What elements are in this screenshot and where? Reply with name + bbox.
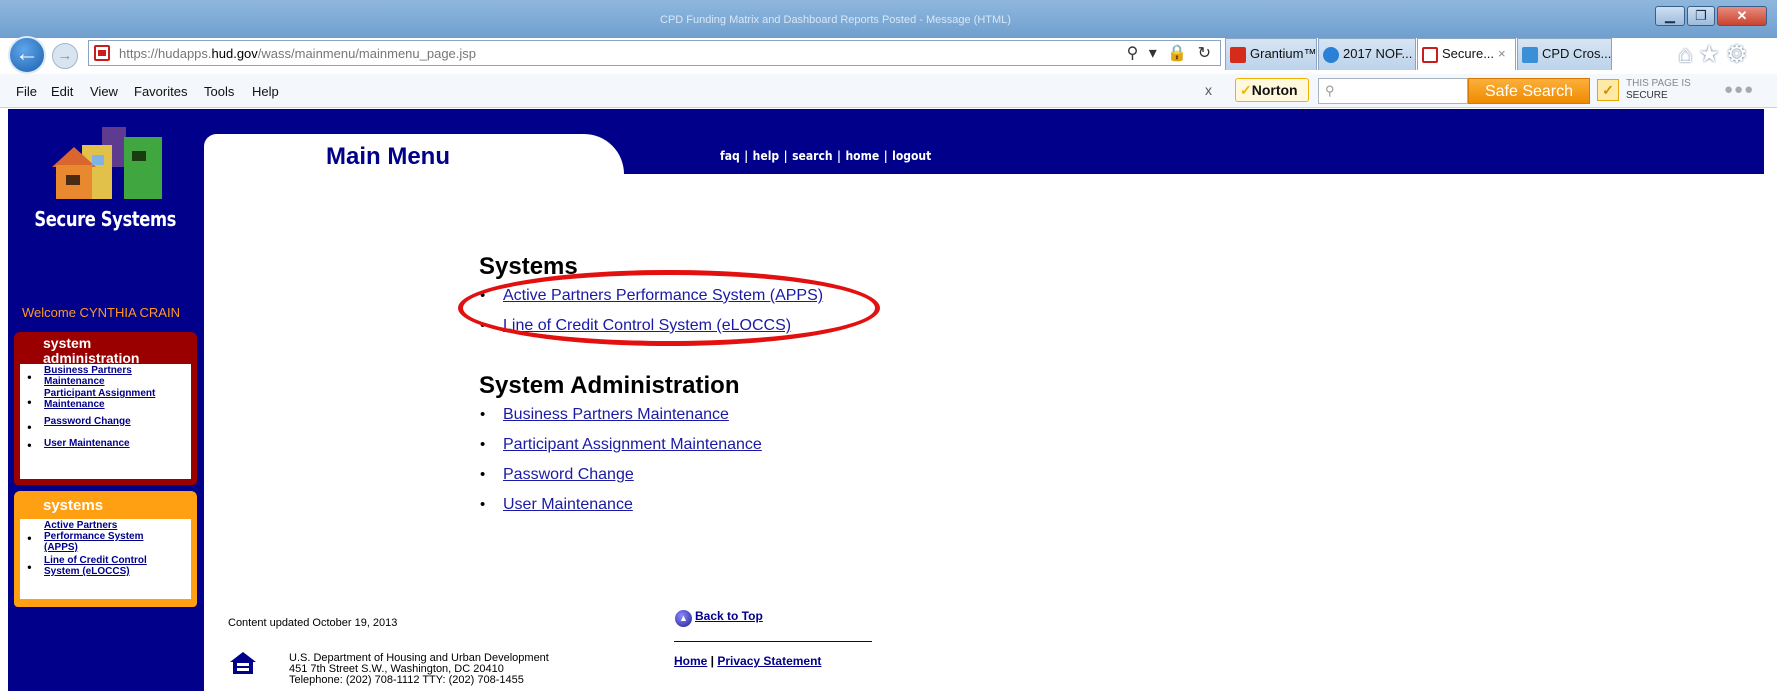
up-arrow-icon: ▲ (675, 610, 692, 627)
back-to-top[interactable]: ▲ Back to Top (675, 609, 763, 627)
secure-systems-logo (52, 127, 162, 199)
back-to-top-link[interactable]: Back to Top (695, 609, 763, 623)
address-bar[interactable]: https://hudapps.hud.gov/wass/mainmenu/ma… (88, 40, 1221, 66)
tab-close-icon[interactable]: × (1498, 46, 1506, 61)
content-area (204, 174, 1777, 691)
browser-toolbar-icons[interactable]: ⌂★⚙ (1678, 40, 1754, 69)
norton-logo[interactable]: ✓Norton (1235, 78, 1309, 102)
nav-search[interactable]: search (792, 149, 832, 163)
footer-divider (674, 641, 872, 642)
nav-faq[interactable]: faq (720, 149, 740, 163)
tab-2017-nof[interactable]: 2017 NOF... (1318, 38, 1416, 70)
footer-links: Home | Privacy Statement (674, 654, 822, 668)
window-title: CPD Funding Matrix and Dashboard Reports… (660, 14, 1011, 26)
sidebar-item-apps: Active Partners Performance System (APPS… (20, 520, 170, 555)
menu-edit[interactable]: Edit (51, 84, 73, 99)
sidebar-systems-panel: systems Active Partners Performance Syst… (14, 491, 197, 607)
sidebar-admin-list: Business Partners Maintenance Participan… (20, 364, 191, 479)
maximize-button[interactable]: ❐ (1687, 6, 1715, 26)
admin-list: Business Partners Maintenance Participan… (480, 406, 762, 526)
list-item: Password Change (480, 466, 762, 496)
hud-address: U.S. Department of Housing and Urban Dev… (289, 652, 549, 686)
secure-check-icon: ✓ (1597, 79, 1619, 101)
sidebar-item-business-partners: Business Partners Maintenance (20, 365, 191, 388)
sidebar-systems-title: systems (43, 497, 104, 514)
menu-view[interactable]: View (90, 84, 118, 99)
nav-help[interactable]: help (753, 149, 779, 163)
business-partners-link[interactable]: Business Partners Maintenance (503, 406, 729, 423)
minimize-button[interactable]: ▁ (1655, 6, 1685, 26)
sidebar-item-eloccs: Line of Credit Control System (eLOCCS) (20, 555, 170, 579)
sidebar-link[interactable]: Line of Credit Control System (eLOCCS) (44, 555, 147, 577)
privacy-statement-link[interactable]: Privacy Statement (717, 654, 821, 668)
sidebar-systems-list: Active Partners Performance System (APPS… (20, 519, 191, 599)
page-title: Main Menu (326, 143, 450, 170)
url-text[interactable]: https://hudapps.hud.gov/wass/mainmenu/ma… (119, 46, 476, 61)
logo-text: Secure Systems (34, 207, 176, 231)
content-updated: Content updated October 19, 2013 (228, 617, 398, 629)
annotation-oval (458, 270, 880, 346)
tab-grantium[interactable]: Grantium™ (1225, 38, 1317, 70)
secure-status: THIS PAGE IS SECURE (1626, 78, 1691, 101)
back-button[interactable]: ← (8, 36, 46, 74)
forward-arrow-icon: → (57, 47, 73, 64)
list-item: Participant Assignment Maintenance (480, 436, 762, 466)
norton-close-icon[interactable]: x (1205, 82, 1212, 98)
sidebar-admin-panel: system administration Business Partners … (14, 332, 197, 485)
norton-search-input[interactable]: ⚲ (1318, 78, 1468, 104)
web-page: Secure Systems Main Menu faq | help | search… (0, 109, 1777, 691)
tab-cpd-cross[interactable]: CPD Cros... (1517, 38, 1612, 70)
sidebar-link[interactable]: Business Partners Maintenance (44, 365, 132, 387)
nav-logout[interactable]: logout (892, 149, 931, 163)
more-options-icon[interactable]: ●●● (1724, 81, 1754, 98)
menu-favorites[interactable]: Favorites (134, 84, 187, 99)
menu-tools[interactable]: Tools (204, 84, 234, 99)
user-maintenance-link[interactable]: User Maintenance (503, 496, 633, 513)
forward-button[interactable]: → (52, 43, 78, 69)
search-icon: ⚲ (1325, 83, 1335, 98)
safe-search-button[interactable]: Safe Search (1468, 78, 1590, 104)
ie-favicon-icon (1323, 46, 1339, 63)
list-item: User Maintenance (480, 496, 762, 526)
norton-check-icon: ✓ (1240, 82, 1252, 98)
secure-favicon-icon (1422, 46, 1438, 63)
menu-bar: File Edit View Favorites Tools Help x ✓N… (0, 74, 1777, 108)
welcome-message: Welcome CYNTHIA CRAIN (22, 305, 180, 320)
nav-home[interactable]: home (845, 149, 879, 163)
system-administration-heading: System Administration (479, 372, 740, 399)
list-item: Business Partners Maintenance (480, 406, 762, 436)
grantium-favicon-icon (1230, 46, 1246, 63)
sidebar-link[interactable]: User Maintenance (44, 438, 130, 449)
sidebar-item-password-change: Password Change (20, 416, 191, 438)
top-nav: faq | help | search | home | logout (720, 149, 932, 163)
sidebar-link[interactable]: Active Partners Performance System (APPS… (44, 520, 144, 553)
footer-home-link[interactable]: Home (674, 654, 707, 668)
sidebar-item-participant-assignment: Participant Assignment Maintenance (20, 388, 191, 416)
participant-assignment-link[interactable]: Participant Assignment Maintenance (503, 436, 762, 453)
menu-file[interactable]: File (16, 84, 37, 99)
close-window-button[interactable]: ✕ (1717, 6, 1767, 26)
menu-help[interactable]: Help (252, 84, 279, 99)
sidebar-link[interactable]: Participant Assignment Maintenance (44, 388, 155, 410)
sidebar-item-user-maintenance: User Maintenance (20, 438, 191, 452)
tab-secure[interactable]: Secure... × (1417, 38, 1516, 70)
sidebar-link[interactable]: Password Change (44, 416, 131, 427)
window-titlebar: CPD Funding Matrix and Dashboard Reports… (0, 0, 1777, 38)
sidebar-admin-title: system administration (43, 335, 140, 366)
address-tools[interactable]: ⚲ ▾ 🔒 ↻ (1127, 43, 1214, 63)
back-arrow-icon: ← (15, 40, 39, 67)
password-change-link[interactable]: Password Change (503, 466, 634, 483)
equal-housing-icon (230, 652, 256, 674)
site-favicon-icon (94, 45, 110, 61)
cpd-favicon-icon (1522, 46, 1538, 63)
